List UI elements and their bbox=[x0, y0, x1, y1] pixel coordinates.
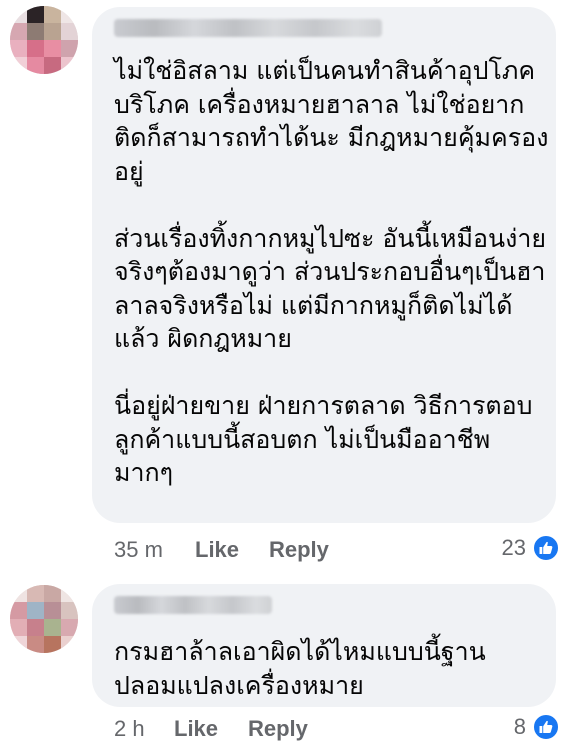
comment-bubble: ไม่ใช่อิสลาม แต่เป็นคนทำสินค้าอุปโภค บริ… bbox=[92, 7, 556, 523]
avatar-image bbox=[10, 6, 78, 74]
comment-thread: ไม่ใช่อิสลาม แต่เป็นคนทำสินค้าอุปโภค บริ… bbox=[0, 0, 576, 746]
comment-timestamp[interactable]: 2 h bbox=[114, 714, 145, 744]
avatar-image bbox=[10, 585, 78, 653]
comment-actions: 35 m Like Reply bbox=[114, 535, 414, 565]
author-name-redacted[interactable] bbox=[114, 19, 382, 37]
reaction-count: 23 bbox=[501, 535, 526, 560]
reply-button[interactable]: Reply bbox=[269, 535, 329, 565]
comment-text: กรมฮาล้าลเอาผิดได้ไหมแบบนี้ฐาน ปลอมแปลงเ… bbox=[114, 637, 486, 700]
comment-bubble: กรมฮาล้าลเอาผิดได้ไหมแบบนี้ฐาน ปลอมแปลงเ… bbox=[92, 584, 556, 707]
comment-1: ไม่ใช่อิสลาม แต่เป็นคนทำสินค้าอุปโภค บริ… bbox=[0, 0, 576, 580]
reaction-summary[interactable]: 8 bbox=[470, 712, 560, 742]
comment-timestamp[interactable]: 35 m bbox=[114, 535, 163, 565]
reaction-summary[interactable]: 23 bbox=[470, 533, 560, 563]
reaction-count: 8 bbox=[513, 714, 526, 739]
like-thumbs-up-icon bbox=[532, 534, 560, 562]
avatar[interactable] bbox=[10, 585, 78, 653]
avatar[interactable] bbox=[10, 6, 78, 74]
like-button[interactable]: Like bbox=[174, 714, 218, 744]
reply-button[interactable]: Reply bbox=[248, 714, 308, 744]
comment-actions: 2 h Like Reply bbox=[114, 714, 414, 744]
like-thumbs-up-icon bbox=[532, 713, 560, 741]
author-name-redacted[interactable] bbox=[114, 596, 272, 614]
comment-2: กรมฮาล้าลเอาผิดได้ไหมแบบนี้ฐาน ปลอมแปลงเ… bbox=[0, 575, 576, 746]
comment-text: ไม่ใช่อิสลาม แต่เป็นคนทำสินค้าอุปโภค บริ… bbox=[114, 56, 549, 487]
like-button[interactable]: Like bbox=[195, 535, 239, 565]
